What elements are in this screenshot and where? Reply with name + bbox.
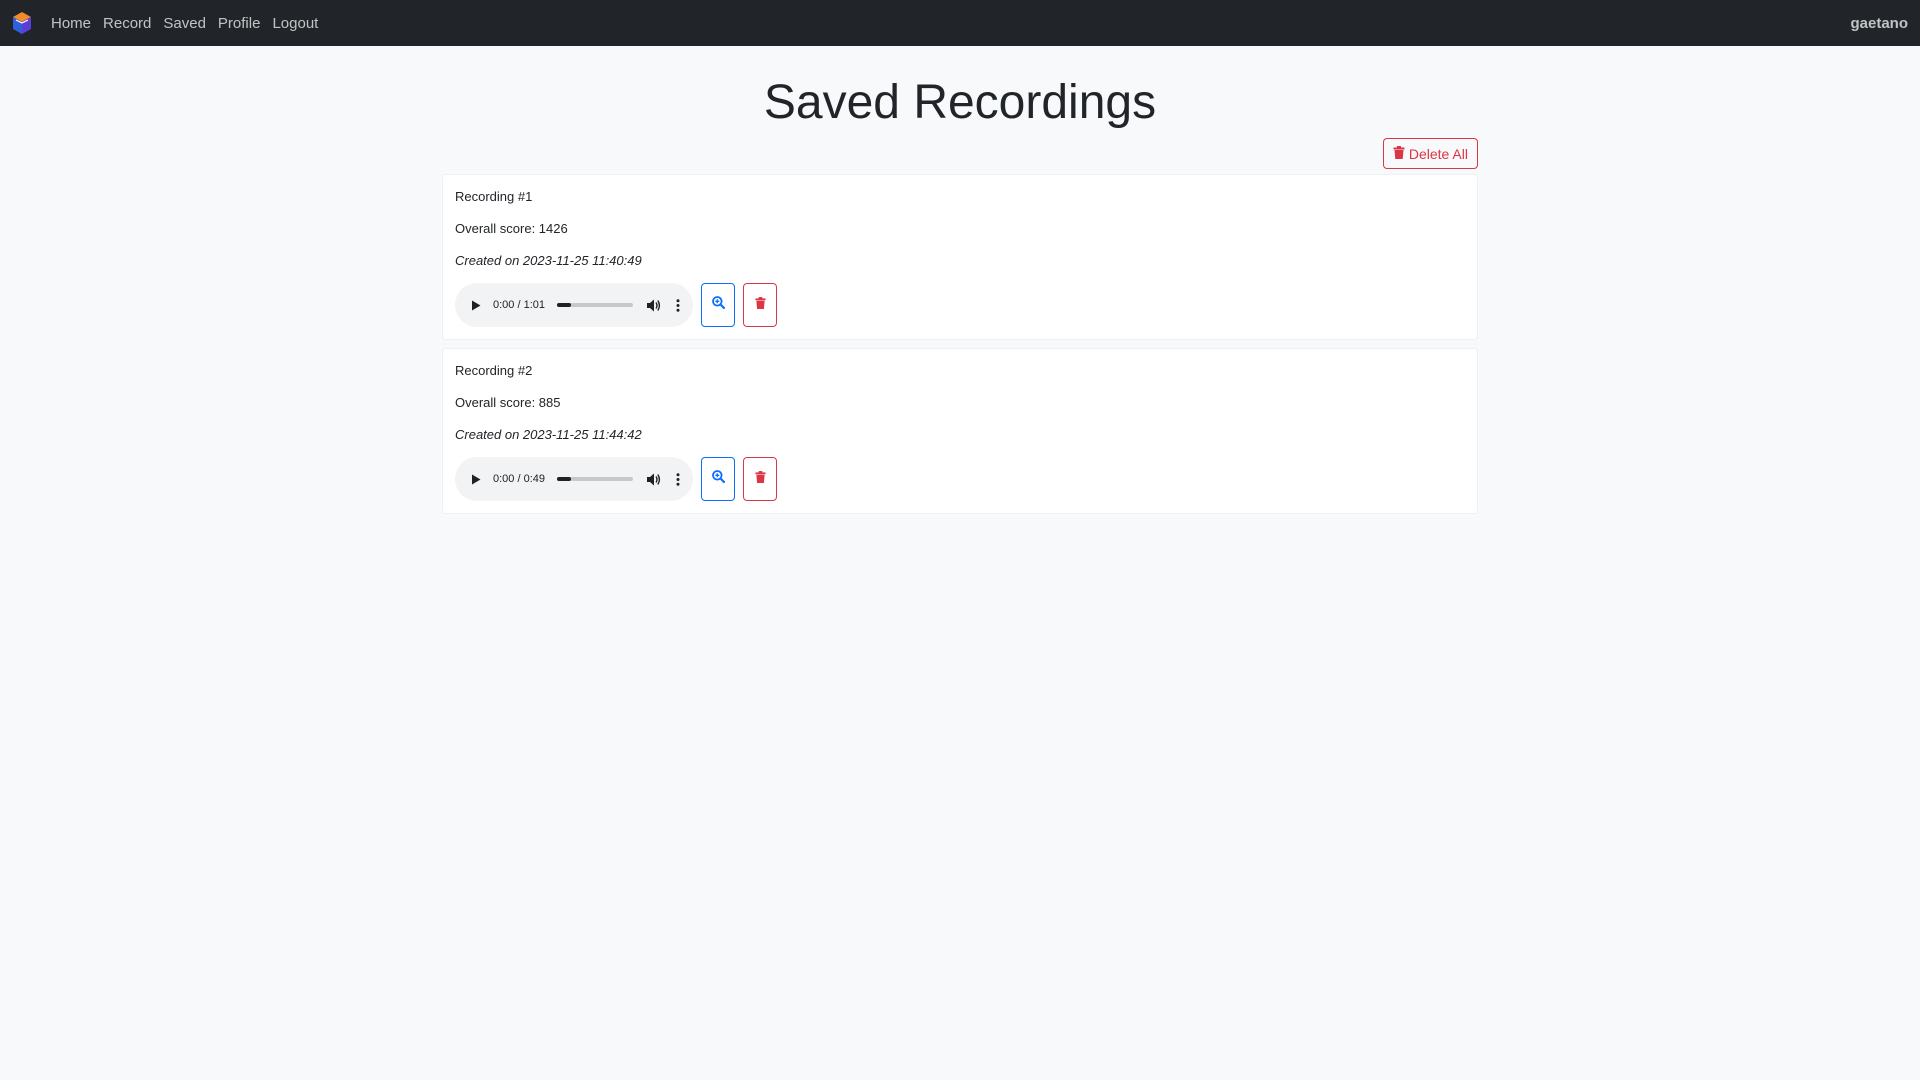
delete-all-label: Delete All — [1408, 145, 1468, 162]
recording-controls: 0:00 / 0:49 — [455, 457, 1465, 501]
username: gaetano — [1850, 14, 1908, 32]
recordings-container: Delete All Recording #1 Overall score: 1… — [442, 138, 1478, 514]
view-recording-button[interactable] — [701, 457, 735, 501]
recording-score: Overall score: 885 — [455, 395, 561, 410]
nav-link-logout[interactable]: Logout — [272, 15, 318, 32]
nav-link-record[interactable]: Record — [103, 15, 151, 32]
trash-icon — [1393, 145, 1405, 162]
volume-icon[interactable] — [647, 473, 663, 486]
toolbar: Delete All — [442, 138, 1478, 174]
delete-recording-button[interactable] — [743, 283, 777, 327]
delete-recording-button[interactable] — [743, 457, 777, 501]
trash-icon — [754, 470, 766, 488]
recording-controls: 0:00 / 1:01 — [455, 283, 1465, 327]
navbar: Home Record Saved Profile Logout gaetano — [0, 0, 1920, 46]
volume-icon[interactable] — [647, 299, 663, 312]
play-icon[interactable] — [471, 300, 485, 311]
nav-link-profile[interactable]: Profile — [218, 15, 261, 32]
recording-title: Recording #1 — [455, 189, 533, 204]
progress-slider[interactable] — [557, 477, 633, 481]
recording-card: Recording #1 Overall score: 1426 Created… — [442, 174, 1478, 340]
recording-score: Overall score: 1426 — [455, 221, 568, 236]
page-title: Saved Recordings — [763, 76, 1157, 129]
recording-created: Created on 2023-11-25 11:40:49 — [455, 253, 642, 268]
zoom-in-icon — [711, 296, 725, 314]
player-time: 0:00 / 0:49 — [493, 473, 545, 485]
recording-created: Created on 2023-11-25 11:44:42 — [455, 427, 642, 442]
more-options-icon[interactable] — [675, 298, 681, 312]
view-recording-button[interactable] — [701, 283, 735, 327]
audio-player[interactable]: 0:00 / 1:01 — [455, 283, 693, 327]
more-options-icon[interactable] — [675, 472, 681, 486]
play-icon[interactable] — [471, 474, 485, 485]
recording-title: Recording #2 — [455, 363, 533, 378]
recording-card: Recording #2 Overall score: 885 Created … — [442, 348, 1478, 514]
progress-slider[interactable] — [557, 303, 633, 307]
audio-player[interactable]: 0:00 / 0:49 — [455, 457, 693, 501]
brand-logo-icon[interactable] — [10, 11, 34, 35]
zoom-in-icon — [711, 470, 725, 488]
player-time: 0:00 / 1:01 — [493, 299, 545, 311]
trash-icon — [754, 296, 766, 314]
delete-all-button[interactable]: Delete All — [1382, 138, 1478, 169]
nav-links: Home Record Saved Profile Logout — [51, 15, 330, 32]
nav-link-saved[interactable]: Saved — [163, 15, 206, 32]
nav-link-home[interactable]: Home — [51, 15, 91, 32]
